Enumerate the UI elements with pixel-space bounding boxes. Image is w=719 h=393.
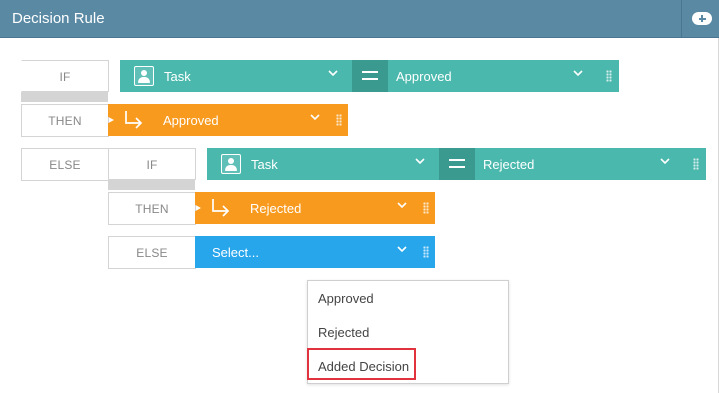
chevron-down-icon[interactable] xyxy=(310,112,320,122)
turn-arrow-icon xyxy=(125,111,143,129)
chevron-down-icon[interactable] xyxy=(573,68,583,78)
drag-handle-icon[interactable] xyxy=(606,70,612,82)
highlight-box xyxy=(307,348,416,380)
then-decision-value[interactable]: Approved xyxy=(163,113,219,128)
chevron-down-icon[interactable] xyxy=(660,156,670,166)
then-keyword: THEN xyxy=(21,104,109,137)
nested-condition-block[interactable]: Task Rejected xyxy=(207,148,706,180)
if-connector xyxy=(21,92,108,102)
else-decision-select[interactable]: Select... xyxy=(195,236,435,268)
equals-icon[interactable] xyxy=(439,148,475,180)
panel-header: Decision Rule xyxy=(0,0,719,38)
condition-right-field[interactable]: Approved xyxy=(396,69,452,84)
equals-icon[interactable] xyxy=(352,60,388,92)
user-icon xyxy=(221,154,241,174)
chevron-down-icon[interactable] xyxy=(415,156,425,166)
add-button[interactable] xyxy=(681,0,719,37)
drag-handle-icon[interactable] xyxy=(423,246,429,258)
else-keyword: ELSE xyxy=(21,148,109,181)
dropdown-option[interactable]: Rejected xyxy=(318,325,369,340)
nested-else-keyword: ELSE xyxy=(108,236,196,269)
chevron-down-icon[interactable] xyxy=(397,244,407,254)
condition-block[interactable]: Task Approved xyxy=(120,60,619,92)
user-icon xyxy=(134,66,154,86)
then-keyword-label: THEN xyxy=(48,114,82,128)
nested-then-decision-value[interactable]: Rejected xyxy=(250,201,301,216)
nested-then-keyword-label: THEN xyxy=(135,202,169,216)
drag-handle-icon[interactable] xyxy=(336,114,342,126)
chevron-down-icon[interactable] xyxy=(397,200,407,210)
drag-handle-icon[interactable] xyxy=(693,158,699,170)
nested-if-connector xyxy=(108,180,195,190)
else-decision-placeholder[interactable]: Select... xyxy=(212,245,259,260)
nested-else-keyword-label: ELSE xyxy=(136,246,168,260)
condition-left-field[interactable]: Task xyxy=(164,69,191,84)
else-keyword-label: ELSE xyxy=(49,158,81,172)
nested-then-keyword: THEN xyxy=(108,192,196,225)
nested-condition-left-field[interactable]: Task xyxy=(251,157,278,172)
nested-condition-right-field[interactable]: Rejected xyxy=(483,157,534,172)
chevron-down-icon[interactable] xyxy=(328,68,338,78)
then-decision-block[interactable]: Approved xyxy=(108,104,348,136)
nested-then-decision-block[interactable]: Rejected xyxy=(195,192,435,224)
panel-title: Decision Rule xyxy=(12,10,105,27)
dropdown-option[interactable]: Approved xyxy=(318,291,374,306)
add-pill-icon xyxy=(692,12,712,25)
turn-arrow-icon xyxy=(212,199,230,217)
drag-handle-icon[interactable] xyxy=(423,202,429,214)
